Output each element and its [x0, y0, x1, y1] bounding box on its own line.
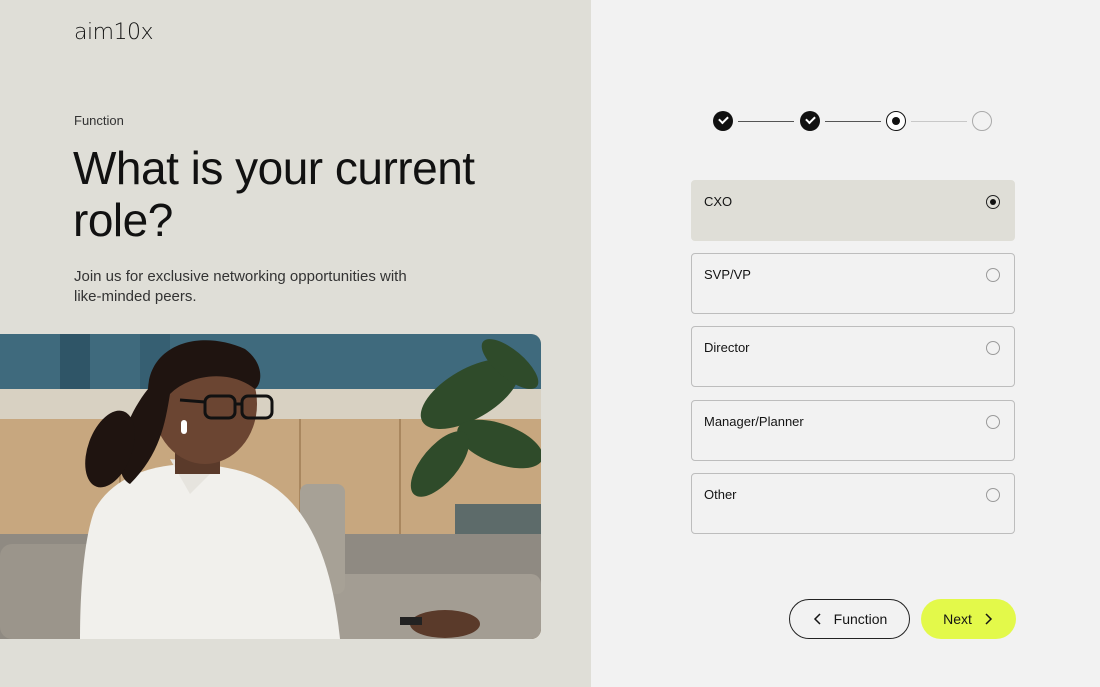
option-other[interactable]: Other	[691, 473, 1015, 534]
option-director[interactable]: Director	[691, 326, 1015, 387]
brand-logo[interactable]: aim10x	[74, 20, 154, 45]
back-button[interactable]: Function	[789, 599, 910, 639]
left-panel: aim10x Function What is your current rol…	[0, 0, 591, 687]
option-label: CXO	[704, 194, 733, 209]
radio-icon[interactable]	[986, 341, 1000, 355]
option-label: Other	[704, 487, 737, 502]
step-4-pending-icon	[972, 111, 992, 131]
next-button[interactable]: Next	[921, 599, 1016, 639]
step-connector	[911, 121, 967, 122]
option-label: Manager/Planner	[704, 414, 804, 429]
step-2-complete-icon	[800, 111, 820, 131]
next-button-label: Next	[943, 611, 972, 627]
hero-photo	[0, 334, 541, 639]
radio-icon[interactable]	[986, 415, 1000, 429]
chevron-right-icon	[985, 613, 992, 625]
back-button-label: Function	[833, 611, 888, 627]
radio-icon[interactable]	[986, 268, 1000, 282]
progress-stepper	[713, 111, 993, 133]
page-subtitle: Join us for exclusive networking opportu…	[74, 268, 407, 305]
option-manager-planner[interactable]: Manager/Planner	[691, 400, 1015, 461]
option-cxo[interactable]: CXO	[691, 180, 1015, 241]
step-connector	[825, 121, 881, 122]
step-connector	[738, 121, 794, 122]
option-label: Director	[704, 340, 750, 355]
radio-selected-icon[interactable]	[986, 195, 1000, 209]
option-label: SVP/VP	[704, 267, 751, 282]
chevron-left-icon	[813, 613, 821, 625]
section-eyebrow: Function	[74, 113, 124, 128]
step-1-complete-icon	[713, 111, 733, 131]
step-3-current-icon	[886, 111, 906, 131]
radio-icon[interactable]	[986, 488, 1000, 502]
page-title: What is your current role?	[73, 142, 475, 246]
option-svp-vp[interactable]: SVP/VP	[691, 253, 1015, 314]
